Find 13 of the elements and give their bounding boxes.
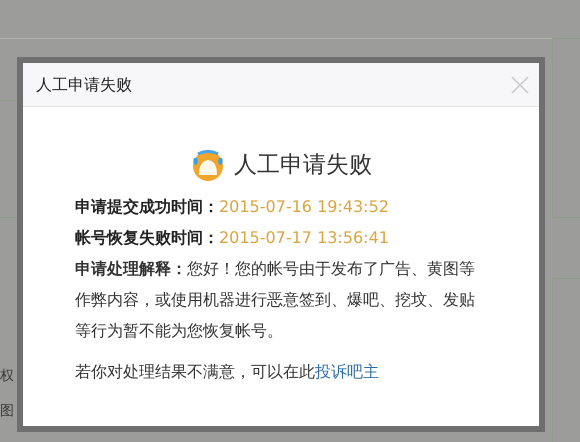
dialog-title: 人工申请失败: [36, 74, 132, 96]
dialog-heading: 人工申请失败: [234, 150, 372, 180]
complaint-link[interactable]: 投诉吧主: [315, 362, 379, 381]
complaint-text: 若你对处理结果不满意，可以在此投诉吧主: [75, 361, 380, 383]
field-value: 2015-07-17 13:56:41: [219, 227, 389, 249]
background-text: 权: [0, 367, 14, 386]
field-label: 帐号恢复失败时间：: [75, 227, 219, 249]
crying-face-icon: [190, 148, 226, 182]
explanation-text: 申请处理解释：您好！您的帐号由于发布了广告、黄图等作弊内容，或使用机器进行恶意签到、爆吧、挖坟、发贴等行为暂不能为您恢复帐号。: [75, 258, 476, 342]
field-value: 2015-07-16 19:43:52: [219, 196, 389, 218]
close-icon[interactable]: [511, 76, 529, 94]
background-text: 图: [0, 402, 14, 421]
field-label: 申请提交成功时间：: [75, 196, 219, 218]
